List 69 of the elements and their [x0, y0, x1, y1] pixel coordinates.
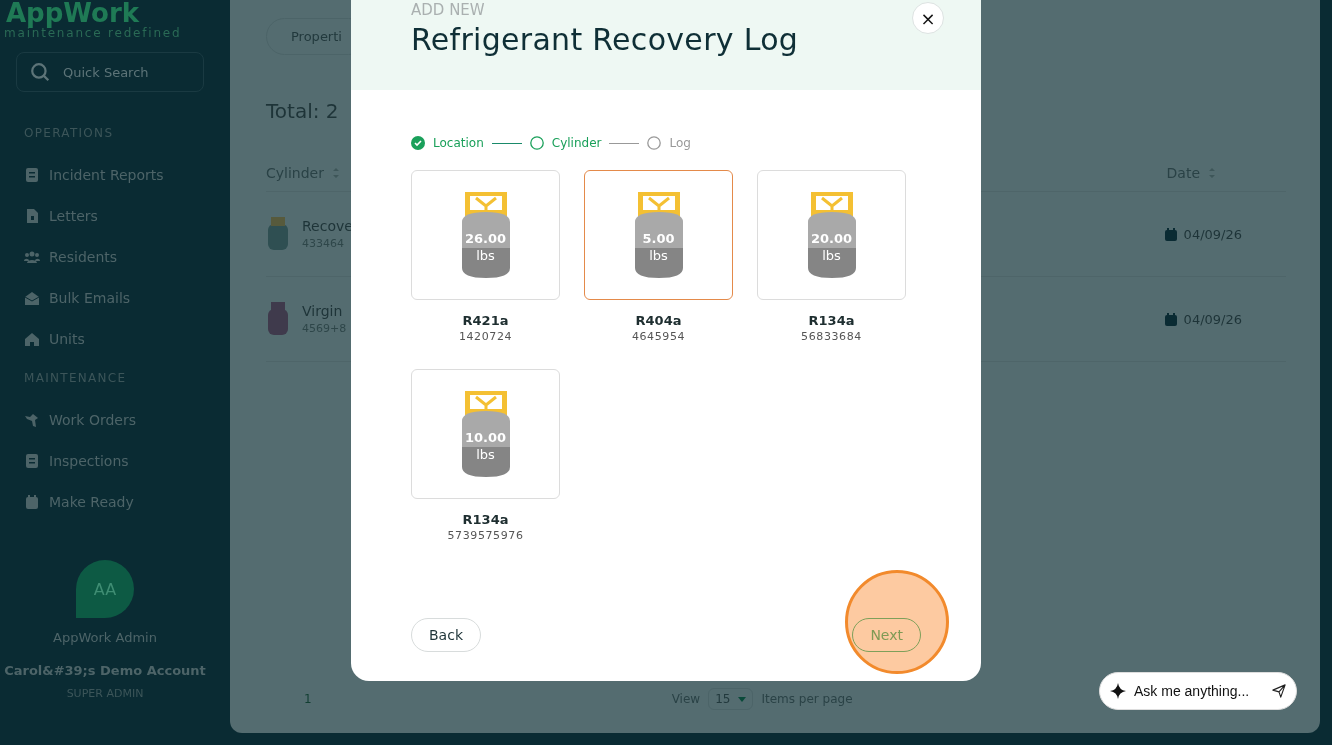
weight-unit: lbs: [821, 248, 842, 263]
cylinder-weight: 26.00: [463, 232, 508, 246]
user-name: AppWork Admin: [53, 630, 157, 645]
circle-icon: [529, 136, 544, 150]
sidebar-item[interactable]: Bulk Emails: [16, 277, 230, 318]
cylinder-name: Recove: [302, 218, 353, 234]
cylinder-card[interactable]: 10.00 lbs: [411, 369, 560, 499]
check-circle-icon: [411, 136, 425, 150]
cylinder-card[interactable]: 20.00 lbs: [757, 170, 906, 300]
cylinder-weight: 20.00: [809, 232, 854, 246]
calendar-icon: [1163, 227, 1178, 241]
calendar-icon: [24, 493, 40, 510]
chat-input[interactable]: Ask me anything...: [1099, 672, 1297, 710]
home-icon: [24, 330, 40, 347]
sparkle-icon: [1110, 683, 1126, 699]
sidebar-item[interactable]: Work Orders: [16, 399, 230, 440]
cylinder-serial: 4645954: [631, 330, 686, 343]
send-icon: [1272, 684, 1286, 698]
calendar-icon: [1163, 312, 1178, 326]
cylinder-card[interactable]: 26.00 lbs: [411, 170, 560, 300]
step-label: Location: [433, 136, 484, 150]
step-label: Cylinder: [551, 136, 602, 150]
cylinder-card[interactable]: 5.00 lbs: [584, 170, 733, 300]
cylinder-name: R421a: [462, 313, 509, 328]
cylinder-icon: [461, 391, 510, 477]
logo: AppWork: [6, 0, 140, 26]
sidebar-item[interactable]: Incident Reports: [16, 154, 230, 195]
cylinder-icon: [634, 192, 683, 278]
sidebar-item[interactable]: Inspections: [16, 440, 230, 481]
sidebar-item[interactable]: Make Ready: [16, 481, 230, 522]
date-text: 04/09/26: [1183, 311, 1242, 327]
back-button[interactable]: Back: [411, 618, 481, 652]
cylinder-weight: 10.00: [463, 431, 508, 445]
search-icon: [30, 62, 50, 82]
sidebar-item[interactable]: Letters: [16, 195, 230, 236]
cylinder-weight: 5.00: [641, 232, 676, 246]
step-connector: [491, 142, 522, 144]
wrench-icon: [24, 411, 40, 428]
account-name: Carol&#39;s Demo Account: [4, 663, 206, 678]
document-icon: [24, 452, 40, 469]
caret-icon: [738, 696, 747, 702]
file-icon: [24, 207, 40, 224]
modal-eyebrow: ADD NEW: [411, 1, 486, 19]
cylinder-icon: [461, 192, 510, 278]
cylinder-name: Virgin: [302, 303, 344, 319]
step-connector: [609, 142, 640, 144]
page-number[interactable]: 1: [304, 692, 312, 706]
envelope-icon: [24, 289, 40, 306]
circle-icon: [647, 136, 662, 150]
document-icon: [24, 166, 40, 183]
weight-unit: lbs: [648, 248, 669, 263]
cylinder-name: R134a: [808, 313, 855, 328]
weight-unit: lbs: [475, 447, 496, 462]
search-field[interactable]: Quick Search: [16, 52, 204, 92]
step-label: Log: [669, 136, 691, 150]
date-text: 04/09/26: [1183, 226, 1242, 242]
sidebar-item[interactable]: Units: [16, 318, 230, 359]
close-button[interactable]: ×: [912, 2, 944, 34]
weight-unit: lbs: [475, 248, 496, 263]
sidebar-item[interactable]: Residents: [16, 236, 230, 277]
cylinder-name: R134a: [462, 512, 509, 527]
total-count: Total: 2: [266, 99, 340, 123]
cylinder-serial: 56833684: [801, 330, 862, 343]
tagline: maintenance redefined: [4, 26, 183, 40]
cylinder-serial: 1420724: [458, 330, 513, 343]
modal-title: Refrigerant Recovery Log: [411, 22, 799, 57]
cylinder-name: R404a: [635, 313, 682, 328]
cylinder-serial: 5739575976: [447, 529, 524, 542]
cylinder-icon: [807, 192, 856, 278]
